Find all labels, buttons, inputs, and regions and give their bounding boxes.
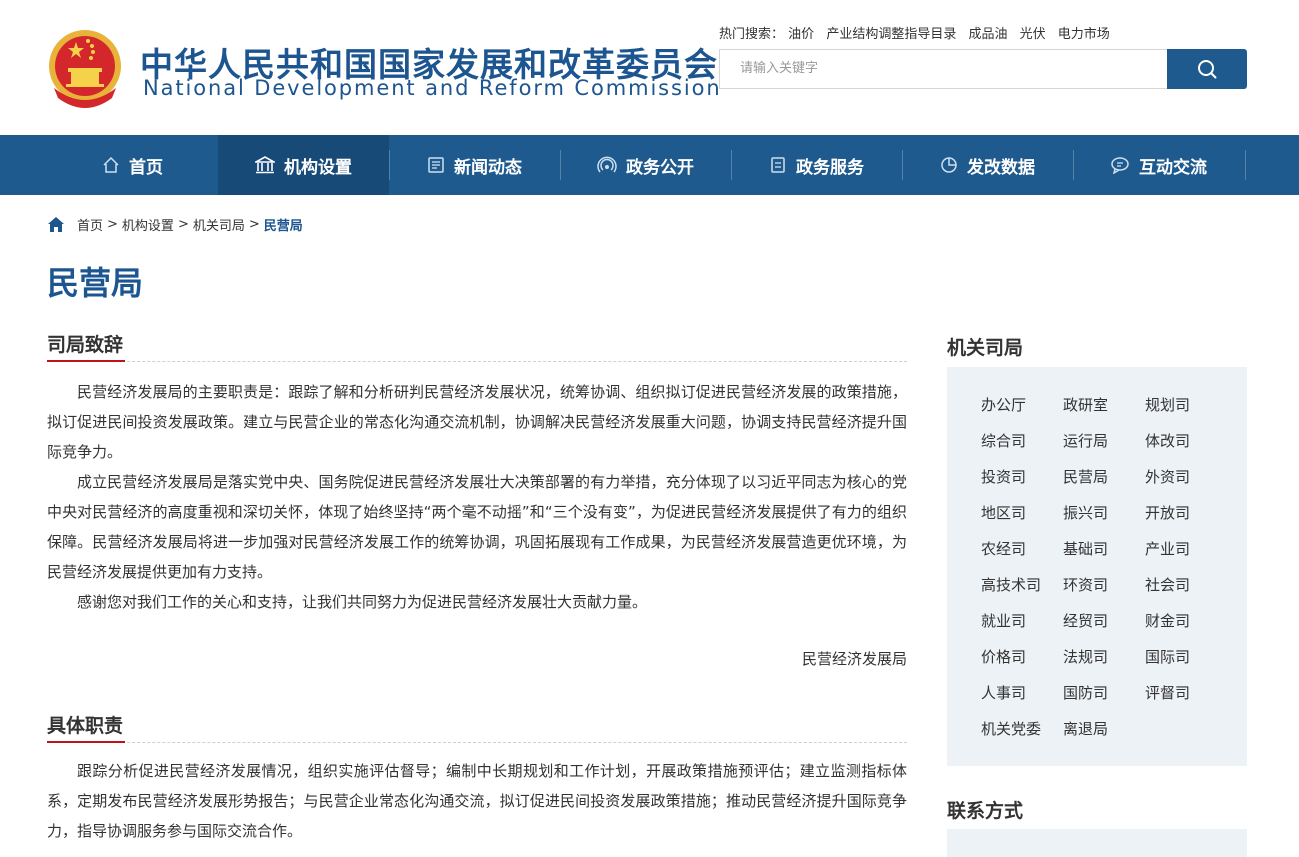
intro-paragraph: 感谢您对我们工作的关心和支持，让我们共同努力为促进民营经济发展壮大贡献力量。 <box>77 593 648 611</box>
site-title-en[interactable]: National Development and Reform Commissi… <box>143 76 722 100</box>
sidebar-contact-box <box>947 829 1247 857</box>
intro-signature: 民营经济发展局 <box>801 650 907 668</box>
nav-label: 发改数据 <box>967 157 1035 178</box>
breadcrumb-separator: > <box>248 217 260 232</box>
breadcrumb: 首页 > 机构设置 > 机关司局 > 民营局 <box>47 215 303 234</box>
nav-item-data[interactable]: 发改数据 <box>902 135 1073 195</box>
nav-item-gov-affairs[interactable]: 政务公开 <box>560 135 731 195</box>
sidebar-departments-title: 机关司局 <box>947 337 1024 359</box>
nav-label: 首页 <box>129 157 163 178</box>
sidebar-item-department[interactable]: 产业司 <box>1145 538 1190 559</box>
sidebar-item-department[interactable]: 国际司 <box>1145 646 1190 667</box>
sidebar-item-department[interactable]: 评督司 <box>1145 682 1190 703</box>
sidebar-item-department[interactable]: 民营局 <box>1063 466 1108 487</box>
section-title: 具体职责 <box>47 711 126 743</box>
sidebar-item-department[interactable]: 体改司 <box>1145 430 1190 451</box>
sidebar-item-department[interactable]: 人事司 <box>981 682 1026 703</box>
sidebar-item-department[interactable]: 综合司 <box>981 430 1026 451</box>
sidebar-item-department[interactable]: 国防司 <box>1063 682 1108 703</box>
sidebar-item-department[interactable]: 价格司 <box>981 646 1026 667</box>
hot-search-term[interactable]: 电力市场 <box>1058 27 1110 42</box>
breadcrumb-separator: > <box>107 217 118 232</box>
breadcrumb-departments[interactable]: 机关司局 <box>193 215 245 234</box>
hot-search-label: 热门搜索： <box>719 27 785 42</box>
hot-search-bar: 热门搜索： 油价 产业结构调整指导目录 成品油 光伏 电力市场 <box>719 23 1118 42</box>
institution-icon <box>255 156 275 174</box>
sidebar-item-department[interactable]: 农经司 <box>981 538 1026 559</box>
sidebar-item-department[interactable]: 基础司 <box>1063 538 1108 559</box>
search-icon <box>1197 59 1217 79</box>
hot-search-term[interactable]: 成品油 <box>968 27 1007 42</box>
sidebar-item-department[interactable]: 办公厅 <box>981 394 1026 415</box>
sidebar-item-department[interactable]: 投资司 <box>981 466 1026 487</box>
breadcrumb-institution[interactable]: 机构设置 <box>122 215 174 234</box>
nav-label: 政务公开 <box>626 157 694 178</box>
sidebar-item-department[interactable]: 规划司 <box>1145 394 1190 415</box>
sidebar-item-department[interactable]: 机关党委 <box>981 718 1041 739</box>
sidebar-item-department[interactable]: 环资司 <box>1063 574 1108 595</box>
sidebar-item-department[interactable]: 运行局 <box>1063 430 1108 451</box>
nav-label: 政务服务 <box>796 157 864 178</box>
search-button[interactable] <box>1167 49 1247 89</box>
sidebar-item-department[interactable]: 地区司 <box>981 502 1026 523</box>
section-header-intro: 司局致辞 <box>47 330 907 362</box>
site-header: 中华人民共和国国家发展和改革委员会 National Development a… <box>0 0 1299 135</box>
sidebar-item-department[interactable]: 振兴司 <box>1063 502 1108 523</box>
sidebar-item-department[interactable]: 社会司 <box>1145 574 1190 595</box>
sidebar-contact-title: 联系方式 <box>947 800 1024 822</box>
nav-divider <box>1245 150 1246 180</box>
home-icon <box>102 156 120 174</box>
pie-chart-icon <box>940 156 958 174</box>
breadcrumb-separator: > <box>177 217 189 232</box>
intro-paragraph: 民营经济发展局的主要职责是：跟踪了解和分析研判民营经济发展状况，统筹协调、组织拟… <box>47 383 907 461</box>
sidebar-departments-list: 办公厅 政研室 规划司 综合司 运行局 体改司 投资司 民营局 外资司 地区司 … <box>947 367 1247 766</box>
duties-paragraph: 跟踪分析促进民营经济发展情况，组织实施评估督导；编制中长期规划和工作计划，开展政… <box>47 762 907 840</box>
search-input[interactable]: 请输入关键字 <box>719 49 1167 89</box>
nav-item-interaction[interactable]: 互动交流 <box>1073 135 1244 195</box>
breadcrumb-current: 民营局 <box>263 219 303 234</box>
nav-item-gov-service[interactable]: 政务服务 <box>731 135 902 195</box>
sidebar-item-department[interactable]: 开放司 <box>1145 502 1190 523</box>
national-emblem-logo[interactable] <box>46 28 124 108</box>
sidebar-item-department[interactable]: 法规司 <box>1063 646 1108 667</box>
page-title: 民营局 <box>47 264 144 302</box>
nav-label: 机构设置 <box>284 157 352 178</box>
sidebar-item-department[interactable]: 政研室 <box>1063 394 1108 415</box>
chat-icon <box>1110 156 1130 174</box>
nav-label: 互动交流 <box>1139 157 1207 178</box>
section-title: 司局致辞 <box>47 330 126 362</box>
intro-paragraph: 成立民营经济发展局是落实党中央、国务院促进民营经济发展壮大决策部署的有力举措，充… <box>47 473 907 581</box>
sidebar-item-department[interactable]: 就业司 <box>981 610 1026 631</box>
nav-item-home[interactable]: 首页 <box>47 135 218 195</box>
section-header-duties: 具体职责 <box>47 711 907 743</box>
nav-label: 新闻动态 <box>454 157 522 178</box>
home-icon[interactable] <box>47 216 65 233</box>
main-nav: 首页 机构设置 新闻动态 政务公开 政务服务 发改数据 互动交流 <box>0 135 1299 195</box>
hot-search-term[interactable]: 油价 <box>788 27 814 42</box>
sidebar-item-department[interactable]: 经贸司 <box>1063 610 1108 631</box>
sidebar-item-department[interactable]: 离退局 <box>1063 718 1108 739</box>
news-icon <box>427 156 445 174</box>
hot-search-term[interactable]: 光伏 <box>1020 27 1046 42</box>
sidebar-item-department[interactable]: 财金司 <box>1145 610 1190 631</box>
service-icon <box>769 156 787 174</box>
sidebar-item-department[interactable]: 外资司 <box>1145 466 1190 487</box>
breadcrumb-home[interactable]: 首页 <box>77 215 103 234</box>
hot-search-term[interactable]: 产业结构调整指导目录 <box>826 27 956 42</box>
broadcast-icon <box>597 156 617 174</box>
nav-item-news[interactable]: 新闻动态 <box>389 135 560 195</box>
sidebar-item-department[interactable]: 高技术司 <box>981 574 1041 595</box>
nav-item-institution[interactable]: 机构设置 <box>218 135 389 195</box>
